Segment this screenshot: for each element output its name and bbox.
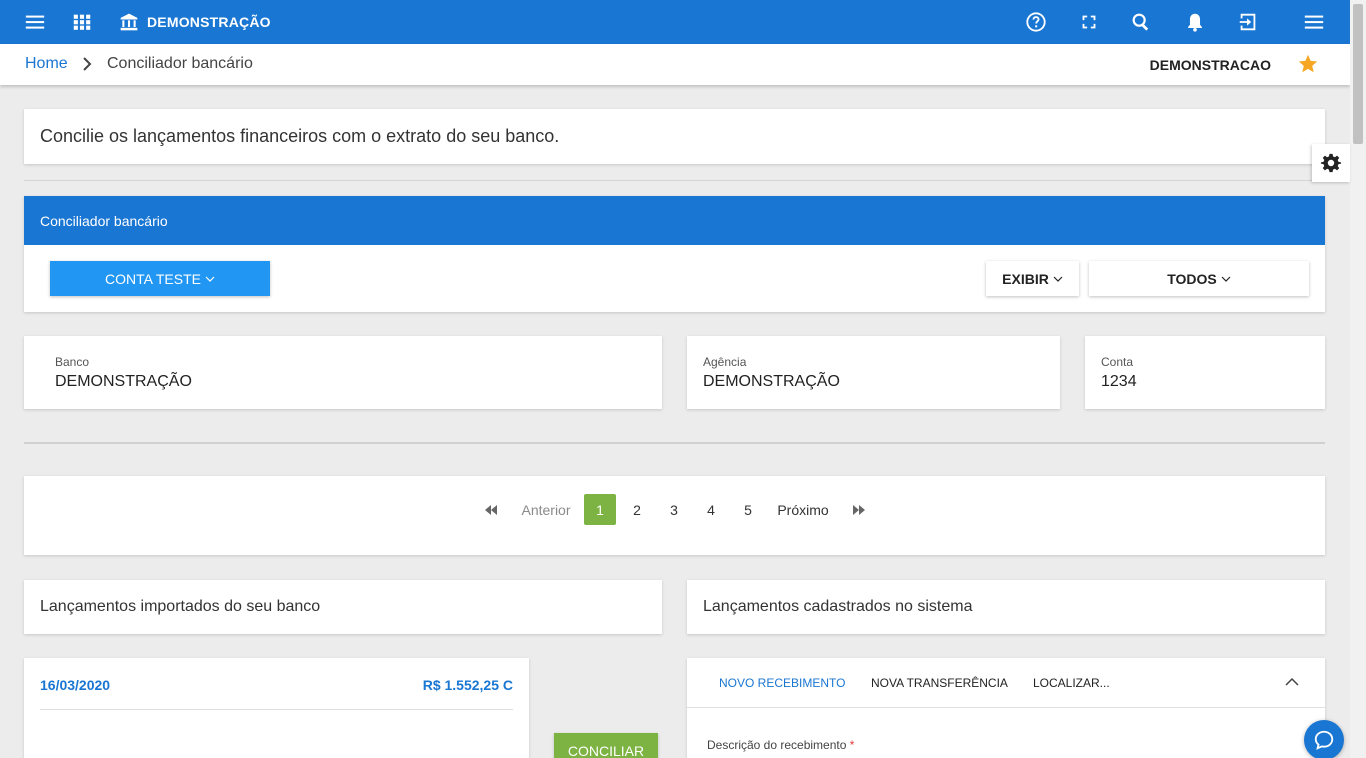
account-select-button[interactable]: CONTA TESTE bbox=[50, 261, 270, 296]
company-name: DEMONSTRAÇÃO bbox=[147, 14, 271, 30]
intro-text: Concilie os lançamentos financeiros com … bbox=[40, 126, 560, 146]
tab-locate[interactable]: LOCALIZAR... bbox=[1033, 676, 1110, 690]
gear-icon bbox=[1320, 153, 1342, 173]
company-label: DEMONSTRACAO bbox=[1149, 57, 1271, 73]
first-page-icon[interactable] bbox=[481, 494, 501, 525]
chevron-down-icon bbox=[205, 276, 215, 282]
scrollbar[interactable] bbox=[1350, 0, 1366, 758]
chevron-up-icon[interactable] bbox=[1285, 677, 1299, 687]
exit-icon[interactable] bbox=[1237, 11, 1259, 33]
panel-header: Conciliador bancário bbox=[24, 196, 1325, 245]
breadcrumb-home-link[interactable]: Home bbox=[25, 55, 68, 73]
imported-section-header: Lançamentos importados do seu banco bbox=[24, 580, 662, 634]
divider bbox=[24, 442, 1325, 444]
next-page-button[interactable]: Próximo bbox=[772, 494, 834, 525]
top-app-bar: DEMONSTRAÇÃO bbox=[0, 0, 1350, 44]
last-page-icon[interactable] bbox=[849, 494, 869, 525]
required-mark: * bbox=[849, 738, 855, 752]
divider bbox=[40, 709, 513, 710]
transaction-amount: R$ 1.552,25 C bbox=[422, 677, 513, 693]
agency-info-card: Agência DEMONSTRAÇÃO bbox=[687, 336, 1060, 409]
pagination: Anterior 1 2 3 4 5 Próximo bbox=[24, 476, 1325, 555]
tab-new-transfer[interactable]: NOVA TRANSFERÊNCIA bbox=[871, 676, 1008, 690]
help-icon[interactable] bbox=[1025, 11, 1047, 33]
description-field-label: Descrição do recebimento * bbox=[707, 738, 855, 752]
system-section-title: Lançamentos cadastrados no sistema bbox=[703, 598, 973, 615]
settings-button[interactable] bbox=[1312, 144, 1350, 182]
show-button-label: EXIBIR bbox=[1002, 270, 1049, 287]
imported-section-title: Lançamentos importados do seu banco bbox=[40, 598, 321, 615]
chevron-down-icon bbox=[1221, 276, 1231, 282]
previous-page-button[interactable]: Anterior bbox=[514, 494, 578, 525]
tab-new-receipt[interactable]: NOVO RECEBIMENTO bbox=[719, 676, 845, 690]
transaction-date: 16/03/2020 bbox=[40, 677, 111, 693]
divider bbox=[24, 180, 1325, 181]
page-2-button[interactable]: 2 bbox=[621, 494, 653, 525]
account-label: Conta bbox=[1101, 355, 1134, 369]
page-4-button[interactable]: 4 bbox=[695, 494, 727, 525]
filter-button-label: TODOS bbox=[1167, 270, 1217, 287]
page-3-button[interactable]: 3 bbox=[658, 494, 690, 525]
scrollbar-thumb[interactable] bbox=[1353, 4, 1363, 144]
search-icon[interactable] bbox=[1130, 11, 1152, 33]
bank-value: DEMONSTRAÇÃO bbox=[55, 373, 192, 390]
chat-button[interactable] bbox=[1304, 720, 1344, 758]
imported-transaction-card[interactable]: 16/03/2020 R$ 1.552,25 C bbox=[24, 658, 529, 758]
menu-icon[interactable] bbox=[24, 11, 46, 33]
reconciler-panel: Conciliador bancário CONTA TESTE EXIBIR … bbox=[24, 196, 1325, 312]
page-5-button[interactable]: 5 bbox=[732, 494, 764, 525]
account-value: 1234 bbox=[1101, 373, 1137, 390]
agency-label: Agência bbox=[703, 355, 747, 369]
chat-bubble-icon bbox=[1314, 730, 1334, 750]
system-entry-form: NOVO RECEBIMENTO NOVA TRANSFERÊNCIA LOCA… bbox=[687, 658, 1325, 758]
bank-info-card: Banco DEMONSTRAÇÃO bbox=[24, 336, 662, 409]
bank-label: Banco bbox=[55, 355, 90, 369]
bank-icon bbox=[119, 11, 139, 33]
system-section-header: Lançamentos cadastrados no sistema bbox=[687, 580, 1325, 634]
bell-icon[interactable] bbox=[1184, 11, 1206, 33]
breadcrumb-current: Conciliador bancário bbox=[107, 55, 253, 72]
agency-value: DEMONSTRAÇÃO bbox=[703, 373, 840, 390]
star-icon[interactable] bbox=[1297, 53, 1319, 75]
show-dropdown-button[interactable]: EXIBIR bbox=[986, 261, 1079, 296]
intro-card: Concilie os lançamentos financeiros com … bbox=[24, 109, 1325, 164]
account-info-card: Conta 1234 bbox=[1085, 336, 1325, 409]
panel-title: Conciliador bancário bbox=[40, 213, 168, 229]
chevron-right-icon bbox=[83, 57, 92, 71]
conciliate-button[interactable]: CONCILIAR bbox=[554, 733, 658, 758]
menu-icon[interactable] bbox=[1303, 11, 1325, 33]
chevron-down-icon bbox=[1053, 276, 1063, 282]
fullscreen-icon[interactable] bbox=[1078, 11, 1100, 33]
account-button-label: CONTA TESTE bbox=[105, 270, 201, 287]
breadcrumb: Home Conciliador bancário DEMONSTRACAO bbox=[0, 44, 1350, 85]
filter-dropdown-button[interactable]: TODOS bbox=[1089, 261, 1309, 296]
apps-grid-icon[interactable] bbox=[71, 11, 93, 33]
page-1-button[interactable]: 1 bbox=[584, 494, 616, 525]
form-tabs: NOVO RECEBIMENTO NOVA TRANSFERÊNCIA LOCA… bbox=[687, 658, 1325, 708]
